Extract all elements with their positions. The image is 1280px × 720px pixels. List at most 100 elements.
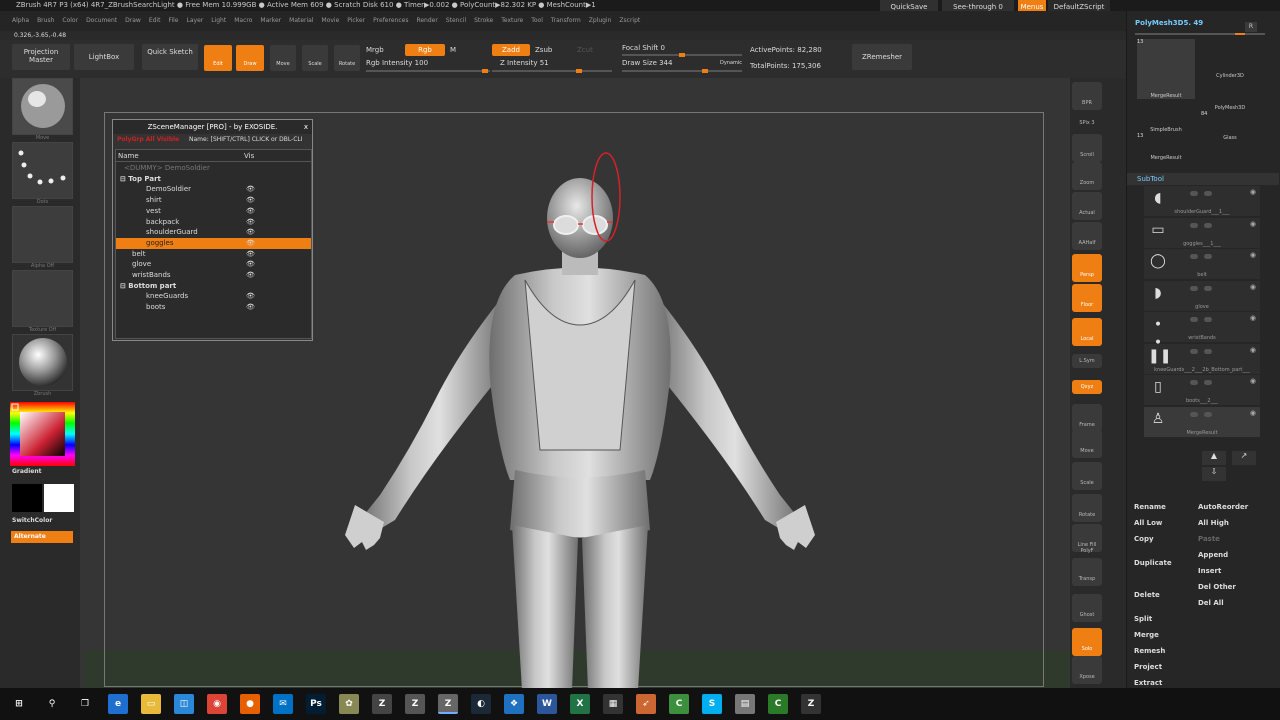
z-intensity-slider[interactable] (492, 69, 612, 73)
subtool-item[interactable]: ◖ shoulderGuard___1___ ◉ (1144, 186, 1260, 216)
switchcolor-button[interactable]: SwitchColor (12, 517, 52, 524)
taskbar-app3-icon[interactable]: ➶ (636, 694, 656, 714)
tool-thumbnail[interactable]: MergeResult 13 (1137, 39, 1195, 99)
tree-row[interactable]: ⊟ Bottom part (116, 281, 311, 292)
shelf-move-button[interactable]: Move (1072, 430, 1102, 458)
tree-row[interactable]: DemoSoldier 👁 (116, 184, 311, 195)
focal-shift-slider[interactable] (622, 53, 742, 57)
menu-macro[interactable]: Macro (234, 17, 252, 24)
shelf-transp-button[interactable]: Transp (1072, 558, 1102, 586)
taskbar-edge-icon[interactable]: e (108, 694, 128, 714)
zscenemanager-titlebar[interactable]: ZSceneManager [PRO] - by EXOSIDE. x (113, 120, 312, 134)
taskbar-photoshop-icon[interactable]: Ps (306, 694, 326, 714)
eye-icon[interactable]: 👁 (246, 227, 255, 238)
tree-row[interactable]: backpack 👁 (116, 217, 311, 228)
menu-document[interactable]: Document (86, 17, 117, 24)
menu-layer[interactable]: Layer (187, 17, 204, 24)
shelf-bpr-button[interactable]: BPR (1072, 82, 1102, 110)
texture-thumbnail[interactable] (12, 270, 73, 327)
brush-thumbnail[interactable] (12, 78, 73, 135)
taskbar-steam-icon[interactable]: ◐ (471, 694, 491, 714)
menu-texture[interactable]: Texture (501, 17, 523, 24)
visibility-eye-icon[interactable]: ◉ (1250, 314, 1256, 322)
subtool-arrow-icon[interactable]: ⇩ (1202, 467, 1226, 481)
main-color-swatch[interactable] (12, 484, 42, 512)
subtool-header[interactable]: SubTool (1127, 173, 1279, 185)
taskbar-explorer-icon[interactable]: ▭ (141, 694, 161, 714)
subtool-toggle-icon[interactable] (1190, 348, 1198, 354)
visibility-eye-icon[interactable]: ◉ (1250, 409, 1256, 417)
menu-stroke[interactable]: Stroke (474, 17, 493, 24)
subtool-toggle-icon[interactable] (1204, 222, 1212, 228)
tree-row[interactable]: wristBands 👁 (116, 270, 311, 281)
tree-row[interactable]: ⊟ Top Part (116, 174, 311, 185)
tree-row[interactable]: shoulderGuard 👁 (116, 227, 311, 238)
tree-row[interactable]: kneeGuards 👁 (116, 291, 311, 302)
subtool-item[interactable]: ∙ ∙ wristBands ◉ (1144, 312, 1260, 350)
subtool-item[interactable]: ▯ boots___2___ ◉ (1144, 375, 1260, 405)
dynamic-toggle[interactable]: Dynamic (720, 60, 742, 66)
move-mode-button[interactable]: Move (270, 45, 296, 71)
scale-mode-button[interactable]: Scale (302, 45, 328, 71)
subtool-toggle-icon[interactable] (1204, 191, 1212, 196)
tray-append-button[interactable]: Append (1198, 551, 1228, 559)
tray-autoreorder-button[interactable]: AutoReorder (1198, 503, 1248, 511)
tray-del-all-button[interactable]: Del All (1198, 599, 1224, 607)
subtool-toggle-icon[interactable] (1190, 222, 1198, 228)
menu-movie[interactable]: Movie (322, 17, 340, 24)
tray-paste-button[interactable]: Paste (1198, 535, 1220, 543)
subtool-toggle-icon[interactable] (1190, 254, 1198, 259)
alternate-button[interactable]: Alternate (11, 531, 73, 543)
menu-edit[interactable]: Edit (149, 17, 161, 24)
tray-delete-button[interactable]: Delete (1134, 591, 1160, 599)
taskbar-app2-icon[interactable]: ❖ (504, 694, 524, 714)
menu-zscript[interactable]: Zscript (619, 17, 640, 24)
eye-icon[interactable]: 👁 (246, 206, 255, 217)
menu-zplugin[interactable]: Zplugin (589, 17, 612, 24)
subtool-toggle-icon[interactable] (1204, 411, 1212, 417)
menu-render[interactable]: Render (416, 17, 437, 24)
tree-row[interactable]: glove 👁 (116, 259, 311, 270)
tool-thumbnail[interactable]: Cylinder3D (1201, 39, 1259, 79)
shelf-spix-3-button[interactable]: SPix 3 (1072, 118, 1102, 130)
eye-icon[interactable]: 👁 (246, 259, 255, 270)
material-thumbnail[interactable] (12, 334, 73, 391)
subtool-toggle-icon[interactable] (1204, 254, 1212, 259)
menu-tool[interactable]: Tool (531, 17, 543, 24)
eye-icon[interactable]: 👁 (246, 238, 255, 249)
tray-extract-button[interactable]: Extract (1134, 679, 1162, 687)
character-model[interactable] (340, 150, 820, 690)
visibility-eye-icon[interactable]: ◉ (1250, 377, 1256, 385)
taskbar-zmp-icon[interactable]: Z (801, 694, 821, 714)
menu-file[interactable]: File (168, 17, 178, 24)
subtool-toggle-icon[interactable] (1204, 285, 1212, 291)
subtool-item[interactable]: ♙ MergeResult ◉ (1144, 406, 1260, 437)
tray-all-high-button[interactable]: All High (1198, 519, 1229, 527)
taskbar-word-icon[interactable]: W (537, 694, 557, 714)
secondary-color-swatch[interactable] (44, 484, 74, 512)
taskbar-excel-icon[interactable]: X (570, 694, 590, 714)
tray-rename-button[interactable]: Rename (1134, 503, 1166, 511)
draw-mode-button[interactable]: Draw (236, 45, 264, 71)
r-button[interactable]: R (1245, 22, 1257, 32)
taskbar-start-icon[interactable]: ⊞ (9, 694, 29, 714)
subtool-item[interactable]: ▭ goggles___1___ ◉ (1144, 217, 1260, 248)
taskbar-taskview-icon[interactable]: ❐ (75, 694, 95, 714)
taskbar-app-icon[interactable]: ✿ (339, 694, 359, 714)
tree-row[interactable]: shirt 👁 (116, 195, 311, 206)
rgb-button[interactable]: Rgb (405, 44, 445, 56)
tree-row[interactable]: <DUMMY> DemoSoldier (116, 163, 311, 174)
shelf-qxyz-button[interactable]: Qxyz (1072, 380, 1102, 394)
subtool-toggle-icon[interactable] (1190, 191, 1198, 196)
visibility-eye-icon[interactable]: ◉ (1250, 346, 1256, 354)
eye-icon[interactable]: 👁 (246, 270, 255, 281)
shelf-scroll-button[interactable]: Scroll (1072, 134, 1102, 162)
taskbar-calculator-icon[interactable]: ▦ (603, 694, 623, 714)
zadd-button[interactable]: Zadd (492, 44, 530, 56)
subtool-toggle-icon[interactable] (1190, 317, 1198, 322)
taskbar-zbrush-icon[interactable]: Z (372, 694, 392, 714)
tool-thumbnail[interactable]: PolyMesh3D (1201, 81, 1259, 111)
shelf-persp-button[interactable]: Persp (1072, 254, 1102, 282)
subtool-arrow-icon[interactable]: ▲ (1202, 451, 1226, 465)
taskbar-mail-icon[interactable]: ✉ (273, 694, 293, 714)
